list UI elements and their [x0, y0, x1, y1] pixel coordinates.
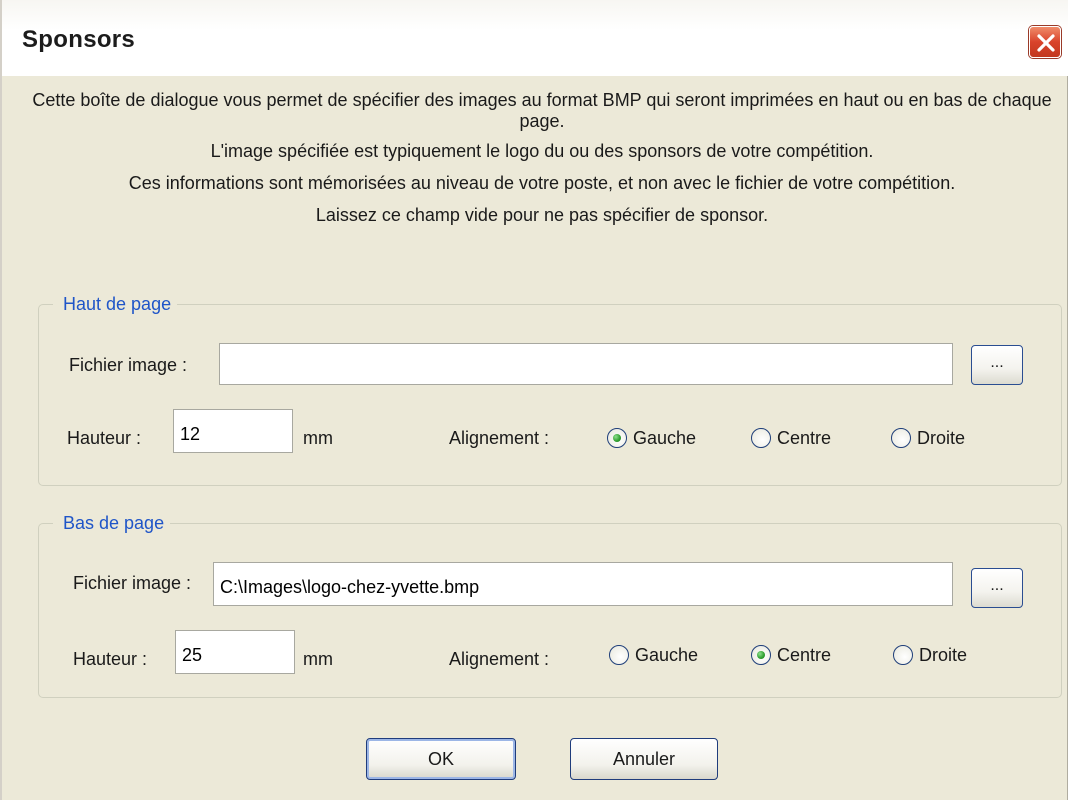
footer-file-input[interactable]: [213, 562, 953, 606]
header-height-input[interactable]: [173, 409, 293, 453]
radio-selected-dot: [757, 651, 765, 659]
intro-line-1: Cette boîte de dialogue vous permet de s…: [32, 90, 1052, 131]
header-radio-droite[interactable]: Droite: [891, 426, 991, 450]
intro-line-3: Ces informations sont mémorisées au nive…: [128, 173, 956, 193]
footer-unit-label: mm: [303, 649, 333, 669]
intro-text: Cette boîte de dialogue vous permet de s…: [22, 90, 1062, 237]
radio-circle: [751, 428, 771, 448]
radio-circle: [893, 645, 913, 665]
footer-alignment-label: Alignement :: [449, 649, 550, 669]
title-bar[interactable]: Sponsors: [2, 0, 1068, 76]
radio-circle: [607, 428, 627, 448]
header-browse-button[interactable]: ...: [971, 345, 1023, 385]
window-title: Sponsors: [22, 26, 136, 53]
header-radio-centre[interactable]: Centre: [751, 426, 851, 450]
footer-radio-centre-label: Centre: [777, 645, 832, 665]
footer-radio-droite[interactable]: Droite: [893, 643, 993, 667]
radio-selected-dot: [613, 434, 621, 442]
header-file-label: Fichier image :: [69, 355, 188, 375]
footer-group-legend: Bas de page: [53, 511, 171, 535]
footer-radio-gauche[interactable]: Gauche: [609, 643, 729, 667]
close-button[interactable]: [1029, 26, 1061, 58]
header-group-legend: Haut de page: [53, 292, 178, 316]
close-icon: [1037, 34, 1055, 52]
header-radio-gauche[interactable]: Gauche: [607, 426, 727, 450]
header-alignment-label: Alignement :: [449, 428, 550, 448]
cancel-button[interactable]: Annuler: [570, 738, 718, 780]
header-radio-droite-label: Droite: [917, 428, 966, 448]
footer-radio-centre[interactable]: Centre: [751, 643, 851, 667]
footer-groupbox: Bas de page Fichier image : ... Hauteur …: [38, 511, 1062, 698]
radio-circle: [751, 645, 771, 665]
header-unit-label: mm: [303, 428, 333, 448]
footer-radio-droite-label: Droite: [919, 645, 968, 665]
ok-button[interactable]: OK: [366, 738, 516, 780]
intro-line-4: Laissez ce champ vide pour ne pas spécif…: [315, 205, 769, 225]
header-file-input[interactable]: [219, 343, 953, 385]
header-radio-centre-label: Centre: [777, 428, 832, 448]
radio-circle: [891, 428, 911, 448]
footer-height-input[interactable]: [175, 630, 295, 674]
radio-circle: [609, 645, 629, 665]
footer-radio-gauche-label: Gauche: [635, 645, 699, 665]
intro-line-2: L'image spécifiée est typiquement le log…: [210, 141, 874, 161]
footer-height-label: Hauteur :: [73, 649, 148, 669]
header-groupbox: Haut de page Fichier image : ... Hauteur…: [38, 292, 1062, 486]
footer-file-label: Fichier image :: [73, 573, 192, 593]
header-radio-gauche-label: Gauche: [633, 428, 697, 448]
sponsors-dialog: Sponsors Cette boîte de dialogue vous pe…: [0, 0, 1068, 800]
footer-browse-button[interactable]: ...: [971, 568, 1023, 608]
header-height-label: Hauteur :: [67, 428, 142, 448]
